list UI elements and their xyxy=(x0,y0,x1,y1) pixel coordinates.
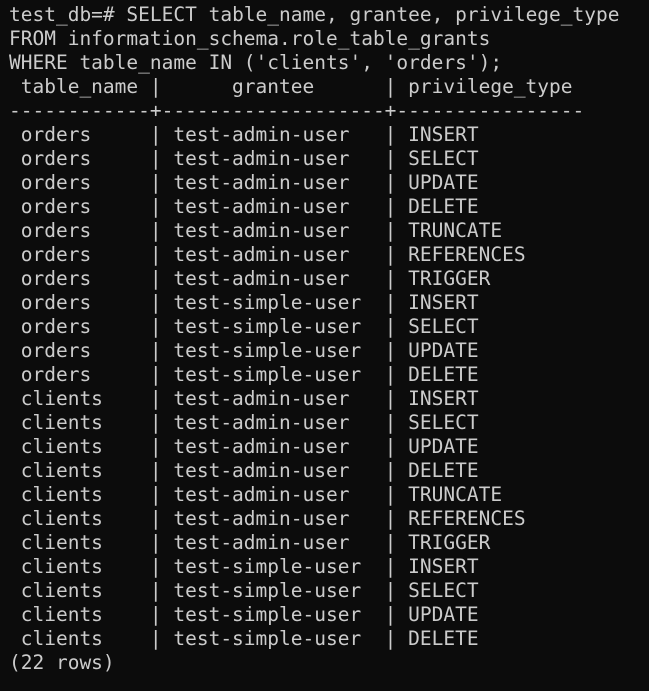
query-line-1: test_db=# SELECT table_name, grantee, pr… xyxy=(9,3,649,27)
table-row: clients | test-admin-user | DELETE xyxy=(9,459,479,482)
query-text: SELECT table_name, grantee, privilege_ty… xyxy=(126,3,620,26)
prompt: test_db=# xyxy=(9,3,127,26)
table-row: clients | test-simple-user | DELETE xyxy=(9,627,479,650)
table-row: clients | test-admin-user | TRIGGER xyxy=(9,531,491,554)
table-row: clients | test-simple-user | INSERT xyxy=(9,555,479,578)
row-count-footer: (22 rows) xyxy=(9,651,115,674)
table-row: orders | test-simple-user | INSERT xyxy=(9,291,479,314)
table-row: clients | test-simple-user | SELECT xyxy=(9,579,479,602)
table-row: orders | test-admin-user | SELECT xyxy=(9,147,479,170)
query-line-2: FROM information_schema.role_table_grant… xyxy=(9,27,491,50)
query-line-3: WHERE table_name IN ('clients', 'orders'… xyxy=(9,51,503,74)
result-separator: ------------+-------------------+-------… xyxy=(9,99,585,122)
table-row: orders | test-simple-user | DELETE xyxy=(9,363,479,386)
table-row: clients | test-admin-user | TRUNCATE xyxy=(9,483,503,506)
table-row: orders | test-simple-user | SELECT xyxy=(9,315,479,338)
table-row: clients | test-admin-user | SELECT xyxy=(9,411,479,434)
table-row: clients | test-admin-user | INSERT xyxy=(9,387,479,410)
table-row: orders | test-admin-user | REFERENCES xyxy=(9,243,526,266)
table-row: orders | test-admin-user | DELETE xyxy=(9,195,479,218)
result-header: table_name | grantee | privilege_type xyxy=(9,75,573,98)
table-row: orders | test-admin-user | TRIGGER xyxy=(9,267,491,290)
table-row: orders | test-admin-user | TRUNCATE xyxy=(9,219,503,242)
table-row: orders | test-admin-user | INSERT xyxy=(9,123,479,146)
table-row: orders | test-simple-user | UPDATE xyxy=(9,339,479,362)
table-row: clients | test-admin-user | UPDATE xyxy=(9,435,479,458)
result-rows: orders | test-admin-user | INSERT orders… xyxy=(9,123,649,651)
table-row: orders | test-admin-user | UPDATE xyxy=(9,171,479,194)
terminal-window[interactable]: test_db=# SELECT table_name, grantee, pr… xyxy=(0,0,649,691)
table-row: clients | test-simple-user | UPDATE xyxy=(9,603,479,626)
table-row: clients | test-admin-user | REFERENCES xyxy=(9,507,526,530)
